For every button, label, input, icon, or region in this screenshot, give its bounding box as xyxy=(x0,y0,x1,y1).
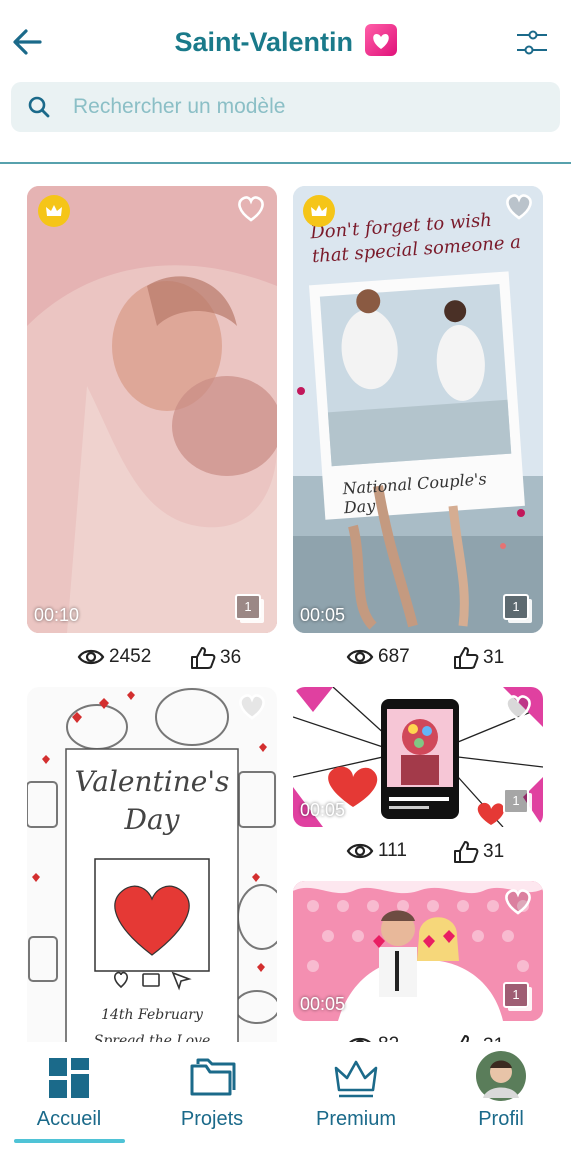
template-card-1[interactable]: 00:10 1 xyxy=(27,186,277,633)
views-eye-icon xyxy=(346,843,374,859)
page-count-badge: 1 xyxy=(235,594,261,620)
crown-icon xyxy=(334,1060,378,1098)
favorite-heart-icon[interactable] xyxy=(501,885,535,917)
likes-thumb-icon xyxy=(454,647,479,669)
search-icon xyxy=(28,96,50,118)
duration-label: 00:05 xyxy=(300,605,346,625)
favorite-heart-icon[interactable] xyxy=(501,691,535,723)
search-placeholder: Rechercher un modèle xyxy=(73,95,286,118)
views-eye-icon xyxy=(77,649,105,665)
card-3-date: 14th February xyxy=(101,1007,203,1023)
likes-count: 36 xyxy=(220,647,242,668)
views-count: 2452 xyxy=(109,646,152,667)
card-3-title: Valentine's Day xyxy=(74,765,230,836)
page-title: Saint-Valentin xyxy=(0,24,571,58)
views-eye-icon xyxy=(346,649,374,665)
valentine-card-image xyxy=(27,687,277,1047)
active-tab-indicator xyxy=(14,1139,125,1143)
duration-label: 00:05 xyxy=(300,800,346,820)
nav-item-accueil[interactable]: Accueil xyxy=(4,1042,134,1142)
nav-label: Profil xyxy=(478,1108,524,1130)
header-divider xyxy=(0,162,571,164)
bottom-navigation: Accueil Projets Premium Profil xyxy=(0,1042,571,1149)
heart-emoji-icon xyxy=(364,24,397,56)
template-card-2[interactable]: Don't forget to wish that special someon… xyxy=(293,186,543,633)
home-grid-icon xyxy=(49,1058,89,1098)
nav-label: Projets xyxy=(180,1108,244,1130)
card-2-stats: 687 31 xyxy=(346,646,546,672)
duration-label: 00:05 xyxy=(300,994,346,1014)
nav-item-profil[interactable]: Profil xyxy=(436,1042,566,1142)
template-card-3[interactable]: Valentine's Day 14th February Spread the… xyxy=(27,687,277,1047)
profile-avatar xyxy=(476,1051,526,1101)
nav-label: Premium xyxy=(315,1108,396,1130)
favorite-heart-icon[interactable] xyxy=(234,192,268,224)
nav-item-projets[interactable]: Projets xyxy=(147,1042,277,1142)
page-count-badge: 1 xyxy=(503,982,529,1008)
filter-sliders-icon[interactable] xyxy=(515,26,549,60)
card-4-stats: 111 31 xyxy=(346,840,546,866)
top-bar: Saint-Valentin xyxy=(0,0,571,80)
premium-crown-badge xyxy=(38,195,70,227)
likes-thumb-icon xyxy=(454,841,479,863)
template-card-5[interactable]: 00:05 1 xyxy=(293,881,543,1021)
nav-label: Accueil xyxy=(36,1108,102,1130)
likes-count: 31 xyxy=(483,647,505,668)
couple-kissing-image xyxy=(27,186,277,633)
views-count: 111 xyxy=(378,840,407,861)
page-count-badge: 1 xyxy=(503,594,529,620)
search-bar[interactable]: Rechercher un modèle xyxy=(11,82,560,132)
page-title-text: Saint-Valentin xyxy=(174,27,354,57)
views-count: 687 xyxy=(378,646,410,667)
folder-icon xyxy=(190,1058,236,1096)
likes-thumb-icon xyxy=(191,647,216,669)
favorite-heart-icon[interactable] xyxy=(235,690,269,722)
nav-item-premium[interactable]: Premium xyxy=(291,1042,421,1142)
template-card-4[interactable]: 00:05 1 xyxy=(293,687,543,827)
page-count-badge: 1 xyxy=(503,788,529,814)
likes-count: 31 xyxy=(483,841,505,862)
premium-crown-badge xyxy=(303,195,335,227)
favorite-heart-icon[interactable] xyxy=(502,190,536,222)
card-1-stats: 2452 36 xyxy=(77,646,277,672)
duration-label: 00:10 xyxy=(34,605,80,625)
